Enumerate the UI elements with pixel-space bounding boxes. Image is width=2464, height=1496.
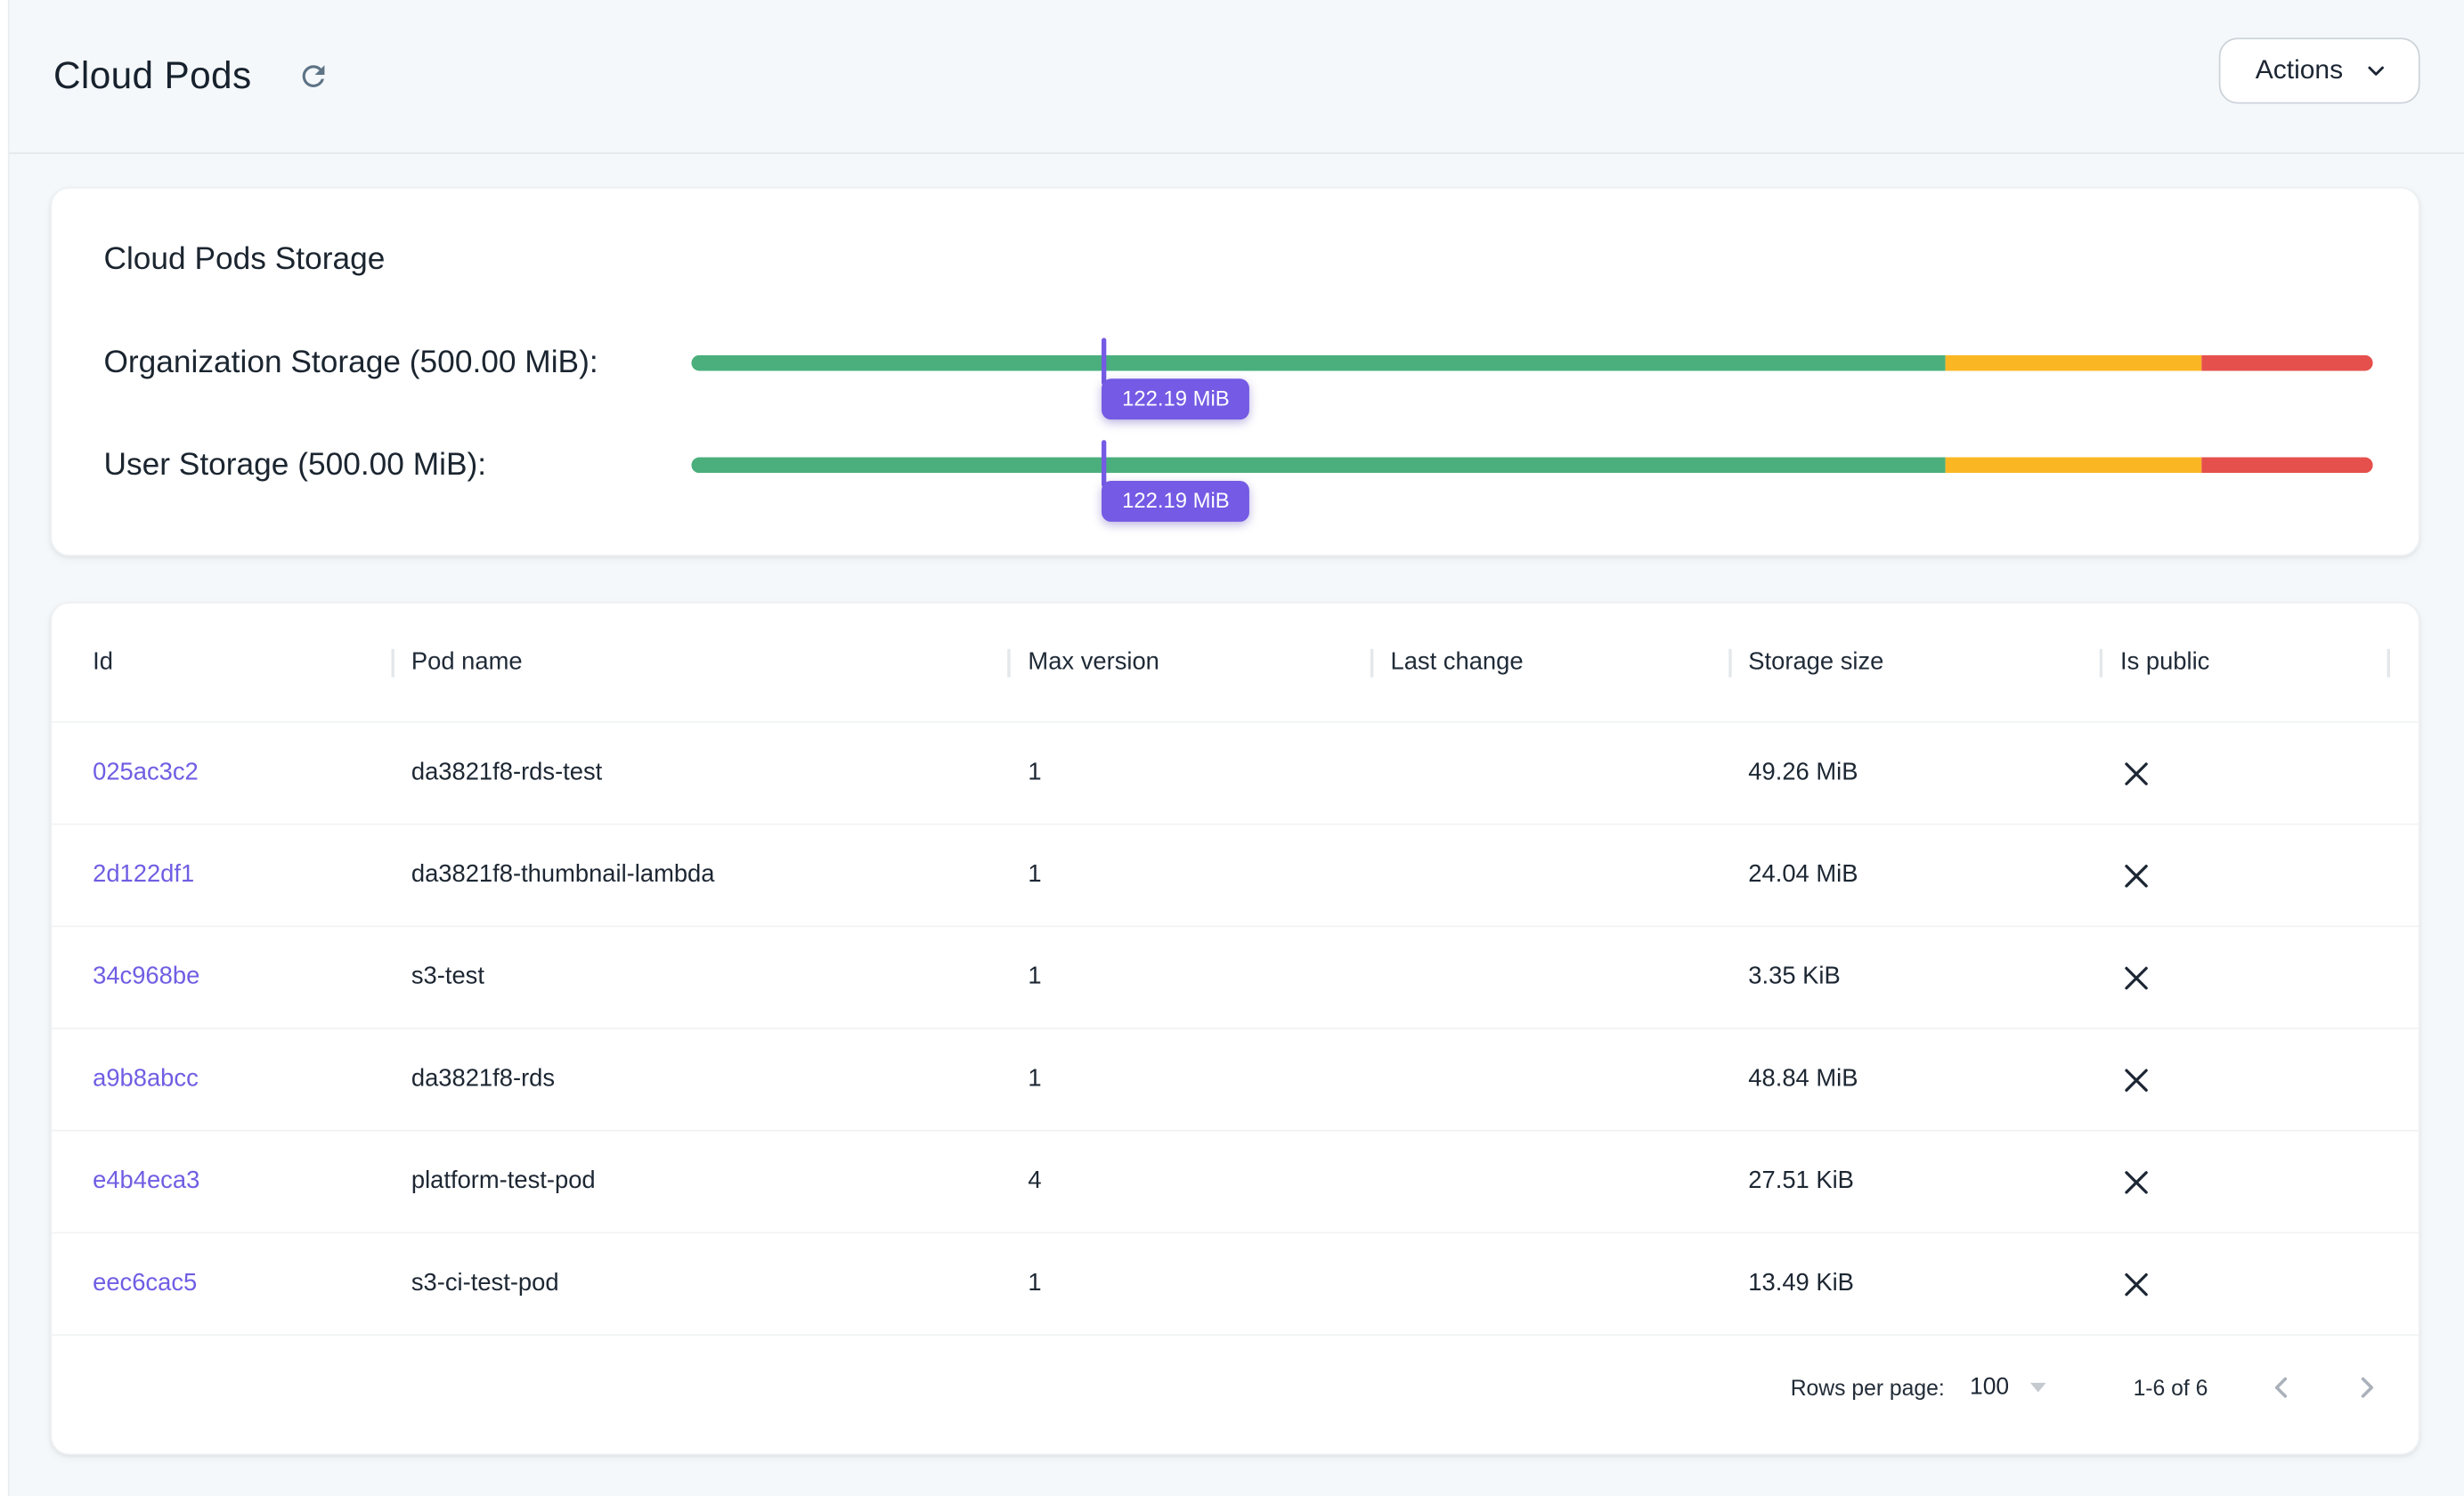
storage-size-cell: 24.04 MiB xyxy=(1728,861,2100,890)
column-header-max-version[interactable]: Max version xyxy=(1007,648,1370,677)
pod-name-cell: da3821f8-rds-test xyxy=(391,759,1008,787)
storage-usage-bar: 122.19 MiB xyxy=(691,355,2372,371)
storage-size-cell: 3.35 KiB xyxy=(1728,963,2100,992)
max-version-cell: 1 xyxy=(1007,1065,1370,1094)
table-row: eec6cac5 s3-ci-test-pod 1 13.49 KiB xyxy=(52,1233,2419,1336)
storage-row: User Storage (500.00 MiB): 122.19 MiB xyxy=(103,434,2372,497)
pagination-range-label: 1-6 of 6 xyxy=(2134,1374,2208,1399)
pods-table-card: Id Pod name Max version Last change Stor… xyxy=(50,602,2419,1455)
max-version-cell: 1 xyxy=(1007,861,1370,890)
is-public-cell xyxy=(2100,858,2390,891)
not-public-icon xyxy=(2120,1166,2153,1199)
column-header-storage-size[interactable]: Storage size xyxy=(1728,648,2100,677)
storage-row: Organization Storage (500.00 MiB): 122.1… xyxy=(103,331,2372,394)
not-public-icon xyxy=(2120,858,2153,891)
pod-id-link[interactable]: e4b4eca3 xyxy=(93,1167,199,1196)
is-public-cell xyxy=(2100,757,2390,790)
storage-size-cell: 49.26 MiB xyxy=(1728,759,2100,787)
storage-card: Cloud Pods Storage Organization Storage … xyxy=(50,187,2419,557)
storage-bar-segment-critical xyxy=(2201,355,2373,371)
table-row: 025ac3c2 da3821f8-rds-test 1 49.26 MiB xyxy=(52,723,2419,825)
storage-row-label: User Storage (500.00 MiB): xyxy=(103,447,691,484)
storage-usage-bar: 122.19 MiB xyxy=(691,458,2372,474)
sidebar-edge-strip xyxy=(0,0,10,1496)
not-public-icon xyxy=(2120,961,2153,994)
table-pagination: Rows per page: 100 1-6 of 6 xyxy=(52,1332,2419,1453)
storage-size-cell: 13.49 KiB xyxy=(1728,1270,2100,1298)
pod-id-link[interactable]: eec6cac5 xyxy=(93,1270,197,1298)
chevron-left-icon xyxy=(2265,1370,2299,1404)
column-header-is-public[interactable]: Is public xyxy=(2100,648,2390,677)
storage-bar-segment-ok xyxy=(691,458,1946,474)
page-title: Cloud Pods xyxy=(53,54,251,98)
not-public-icon xyxy=(2120,757,2153,790)
pod-name-cell: s3-ci-test-pod xyxy=(391,1270,1008,1298)
select-arrow-icon xyxy=(2029,1382,2045,1392)
refresh-icon xyxy=(297,60,329,93)
not-public-icon xyxy=(2120,1063,2153,1096)
table-row: e4b4eca3 platform-test-pod 4 27.51 KiB xyxy=(52,1132,2419,1234)
max-version-cell: 1 xyxy=(1007,963,1370,992)
table-row: 34c968be s3-test 1 3.35 KiB xyxy=(52,927,2419,1029)
pod-id-link[interactable]: 34c968be xyxy=(93,963,199,992)
storage-usage-marker: 122.19 MiB xyxy=(1102,440,1106,487)
rows-per-page-select[interactable]: 100 xyxy=(1970,1373,2045,1400)
storage-usage-marker: 122.19 MiB xyxy=(1102,337,1106,385)
storage-row-label: Organization Storage (500.00 MiB): xyxy=(103,345,691,381)
next-page-button[interactable] xyxy=(2343,1363,2390,1411)
not-public-icon xyxy=(2120,1267,2153,1300)
previous-page-button[interactable] xyxy=(2258,1363,2305,1411)
max-version-cell: 1 xyxy=(1007,759,1370,787)
storage-bar-segment-warning xyxy=(1946,355,2201,371)
refresh-button[interactable] xyxy=(286,50,339,103)
is-public-cell xyxy=(2100,1166,2390,1199)
rows-per-page-label: Rows per page: xyxy=(1791,1374,1945,1399)
pod-name-cell: platform-test-pod xyxy=(391,1167,1008,1196)
storage-usage-badge: 122.19 MiB xyxy=(1102,481,1249,522)
max-version-cell: 4 xyxy=(1007,1167,1370,1196)
pod-name-cell: da3821f8-rds xyxy=(391,1065,1008,1094)
column-header-pod-name[interactable]: Pod name xyxy=(391,648,1008,677)
storage-size-cell: 48.84 MiB xyxy=(1728,1065,2100,1094)
is-public-cell xyxy=(2100,1063,2390,1096)
is-public-cell xyxy=(2100,1267,2390,1300)
storage-bar-segment-warning xyxy=(1946,458,2201,474)
storage-card-title: Cloud Pods Storage xyxy=(103,242,385,279)
storage-size-cell: 27.51 KiB xyxy=(1728,1167,2100,1196)
page-header: Cloud Pods Actions xyxy=(10,0,2464,154)
pod-id-link[interactable]: 025ac3c2 xyxy=(93,759,199,787)
storage-bar-segment-critical xyxy=(2201,458,2373,474)
column-header-id[interactable]: Id xyxy=(93,648,391,677)
storage-usage-badge: 122.19 MiB xyxy=(1102,378,1249,419)
column-header-last-change[interactable]: Last change xyxy=(1370,648,1728,677)
pod-name-cell: s3-test xyxy=(391,963,1008,992)
storage-marker-tick xyxy=(1102,440,1106,487)
table-row: a9b8abcc da3821f8-rds 1 48.84 MiB xyxy=(52,1029,2419,1132)
pod-name-cell: da3821f8-thumbnail-lambda xyxy=(391,861,1008,890)
table-row: 2d122df1 da3821f8-thumbnail-lambda 1 24.… xyxy=(52,825,2419,927)
table-header-row: Id Pod name Max version Last change Stor… xyxy=(52,604,2419,723)
max-version-cell: 1 xyxy=(1007,1270,1370,1298)
pod-id-link[interactable]: a9b8abcc xyxy=(93,1065,199,1094)
pod-id-link[interactable]: 2d122df1 xyxy=(93,861,194,890)
storage-marker-tick xyxy=(1102,337,1106,385)
rows-per-page-value: 100 xyxy=(1970,1373,2009,1400)
is-public-cell xyxy=(2100,961,2390,994)
chevron-down-icon xyxy=(2362,57,2390,85)
chevron-right-icon xyxy=(2349,1370,2384,1404)
actions-button-label: Actions xyxy=(2256,55,2343,86)
storage-bar-segment-ok xyxy=(691,355,1946,371)
actions-button[interactable]: Actions xyxy=(2219,37,2419,103)
page-root: Cloud Pods Actions Cloud Pods Storage Or… xyxy=(0,0,2464,1496)
